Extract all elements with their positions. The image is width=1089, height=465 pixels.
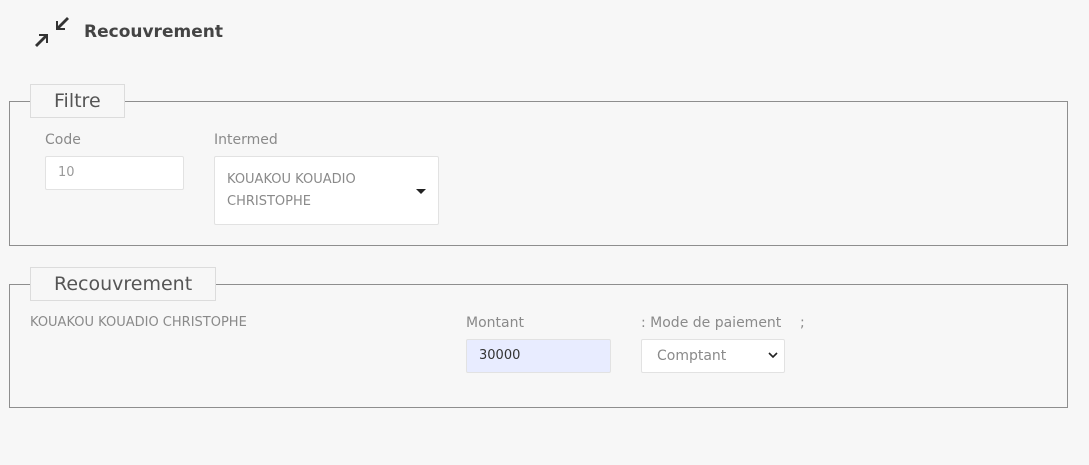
code-label: Code bbox=[45, 132, 81, 148]
intermed-label: Intermed bbox=[214, 132, 278, 148]
mode-paiement-select[interactable]: Comptant bbox=[641, 339, 785, 373]
chevron-down-icon bbox=[768, 352, 778, 359]
mode-paiement-value: Comptant bbox=[657, 348, 727, 364]
separator-text: ; bbox=[800, 315, 805, 331]
recouvrement-fieldset: Recouvrement KOUAKOU KOUADIO CHRISTOPHE … bbox=[9, 267, 1068, 408]
compress-arrows-icon bbox=[35, 17, 69, 47]
intermed-value: KOUAKOU KOUADIO CHRISTOPHE bbox=[227, 172, 356, 209]
page-title: Recouvrement bbox=[84, 22, 223, 42]
filtre-fieldset: Filtre Code 10 Intermed KOUAKOU KOUADIO … bbox=[9, 84, 1068, 246]
montant-value: 30000 bbox=[479, 348, 521, 363]
montant-input[interactable]: 30000 bbox=[466, 339, 611, 373]
code-value: 10 bbox=[58, 165, 75, 180]
code-input[interactable]: 10 bbox=[45, 156, 184, 190]
client-name: KOUAKOU KOUADIO CHRISTOPHE bbox=[30, 315, 247, 330]
montant-label: Montant bbox=[466, 315, 524, 331]
intermed-dropdown[interactable]: KOUAKOU KOUADIO CHRISTOPHE bbox=[214, 156, 439, 225]
recouvrement-legend: Recouvrement bbox=[30, 267, 217, 301]
mode-paiement-label: : Mode de paiement bbox=[641, 315, 782, 331]
page-header: Recouvrement bbox=[34, 14, 223, 50]
filtre-legend: Filtre bbox=[30, 84, 125, 118]
caret-down-icon bbox=[416, 189, 426, 194]
